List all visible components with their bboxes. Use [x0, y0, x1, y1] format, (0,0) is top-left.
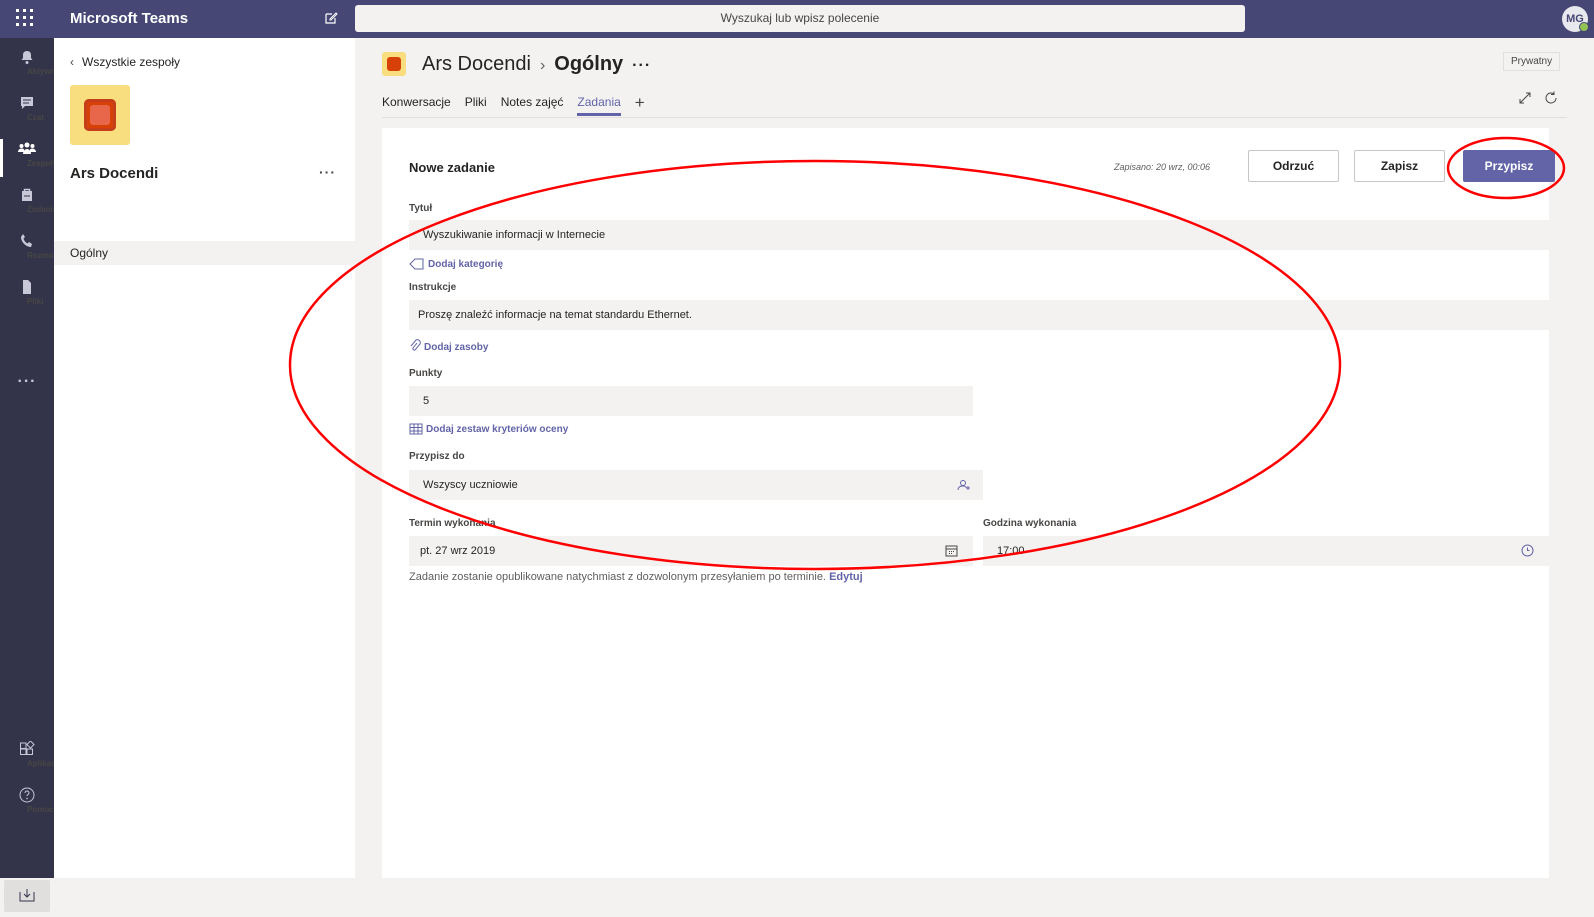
- saved-status: Zapisano: 20 wrz, 00:06: [1114, 162, 1211, 172]
- app-launcher-icon[interactable]: [16, 9, 34, 27]
- title-input[interactable]: Wyszukiwanie informacji w Internecie: [409, 220, 1549, 250]
- rail-label-chat: Czat: [27, 113, 44, 122]
- due-time-value: 17:00: [997, 545, 1025, 557]
- tag-icon: [409, 258, 424, 270]
- add-rubric-link[interactable]: Dodaj zestaw kryteriów oceny: [409, 423, 568, 435]
- paperclip-icon: [410, 339, 421, 351]
- clock-icon[interactable]: [1521, 544, 1534, 557]
- rail-item-assignments[interactable]: Zadania: [0, 181, 58, 227]
- rail-item-files[interactable]: Pliki: [0, 273, 54, 319]
- help-icon: [19, 787, 35, 803]
- rail-item-chat[interactable]: Czat: [0, 89, 54, 135]
- chat-icon: [21, 97, 33, 109]
- rail-item-help[interactable]: Pomoc: [0, 781, 54, 827]
- due-date-input[interactable]: pt. 27 wrz 2019: [409, 536, 973, 566]
- due-date-label: Termin wykonania: [409, 518, 496, 529]
- assign-to-label: Przypisz do: [409, 451, 465, 462]
- form-title: Nowe zadanie: [409, 160, 495, 175]
- calendar-icon[interactable]: [945, 544, 958, 557]
- grid-icon: [409, 423, 423, 435]
- rail-item-calls[interactable]: Rozmowy: [0, 227, 64, 273]
- app-title: Microsoft Teams: [70, 10, 189, 27]
- back-label: Wszystkie zespoły: [82, 55, 181, 69]
- team-name: Ars Docendi: [70, 165, 159, 182]
- tab-files[interactable]: Pliki: [465, 95, 487, 113]
- expand-icon[interactable]: [1518, 91, 1532, 105]
- assignments-icon: [22, 188, 32, 201]
- download-app-button[interactable]: [4, 880, 50, 912]
- phone-icon: [21, 234, 32, 247]
- tab-conversations[interactable]: Konwersacje: [382, 95, 451, 113]
- teams-icon: [18, 142, 36, 154]
- due-time-label: Godzina wykonania: [983, 518, 1077, 529]
- due-date-value: pt. 27 wrz 2019: [420, 545, 496, 557]
- search-input[interactable]: Wyszukaj lub wpisz polecenie: [355, 5, 1245, 32]
- presence-available-icon: [1579, 22, 1589, 32]
- points-input[interactable]: 5: [409, 386, 973, 416]
- publish-note-text: Zadanie zostanie opublikowane natychmias…: [409, 571, 826, 583]
- assign-button[interactable]: Przypisz: [1463, 150, 1555, 182]
- due-time-input[interactable]: 17:00: [983, 536, 1549, 566]
- add-rubric-label: Dodaj zestaw kryteriów oceny: [426, 424, 569, 435]
- discard-button[interactable]: Odrzuć: [1248, 150, 1339, 182]
- add-resources-link[interactable]: Dodaj zasoby: [409, 339, 488, 353]
- publish-note: Zadanie zostanie opublikowane natychmias…: [409, 571, 863, 583]
- rail-item-apps[interactable]: Aplikacje: [0, 735, 62, 781]
- header-divider: [382, 117, 1567, 118]
- title-label: Tytuł: [409, 203, 433, 214]
- rail-label-teams: Zespoły: [27, 159, 58, 168]
- add-category-link[interactable]: Dodaj kategorię: [409, 258, 503, 270]
- download-icon: [19, 889, 35, 902]
- privacy-badge: Prywatny: [1503, 52, 1561, 71]
- chevron-right-icon: ›: [539, 57, 546, 74]
- edit-publish-settings-link[interactable]: Edytuj: [829, 571, 863, 583]
- channel-header: Ars Docendi › Ogólny ··· Prywatny Konwersac…: [355, 38, 1594, 118]
- back-to-all-teams-link[interactable]: ‹ Wszystkie zespoły: [70, 55, 180, 69]
- assign-to-select[interactable]: Wszyscy uczniowie: [409, 470, 983, 500]
- instructions-label: Instrukcje: [409, 282, 457, 293]
- team-more-options-button[interactable]: ···: [319, 164, 336, 180]
- tab-assignments[interactable]: Zadania: [577, 95, 621, 116]
- bell-icon: [21, 51, 33, 64]
- points-label: Punkty: [409, 368, 443, 379]
- add-person-icon[interactable]: [957, 478, 971, 492]
- chevron-left-icon: ‹: [70, 55, 74, 69]
- team-logo-small: [382, 52, 406, 76]
- team-panel: ‹ Wszystkie zespoły Ars Docendi ··· Ogóln…: [54, 38, 355, 878]
- compose-icon[interactable]: [324, 11, 338, 25]
- file-icon: [23, 280, 31, 294]
- rail-item-teams[interactable]: Zespoły: [0, 135, 58, 181]
- breadcrumb-team[interactable]: Ars Docendi: [422, 53, 531, 75]
- team-logo: [70, 85, 130, 145]
- tab-class-notebook[interactable]: Notes zajęć: [501, 95, 564, 113]
- save-button[interactable]: Zapisz: [1354, 150, 1445, 182]
- more-apps-button[interactable]: ···: [0, 373, 54, 391]
- rail-label-assignments: Zadania: [27, 205, 58, 214]
- breadcrumb: Ars Docendi › Ogólny ···: [422, 53, 651, 76]
- title-bar: Microsoft Teams Wyszukaj lub wpisz polec…: [0, 0, 1594, 38]
- add-resources-label: Dodaj zasoby: [424, 342, 489, 353]
- rail-label-help: Pomoc: [27, 805, 54, 814]
- instructions-input[interactable]: Proszę znaleźć informacje na temat stand…: [409, 300, 1549, 330]
- rail-item-activity[interactable]: Aktywność: [0, 43, 69, 89]
- avatar[interactable]: MG: [1562, 6, 1589, 32]
- refresh-icon[interactable]: [1544, 91, 1558, 105]
- apps-icon: [20, 741, 35, 755]
- breadcrumb-channel: Ogólny: [554, 53, 624, 75]
- assign-to-value: Wszyscy uczniowie: [423, 479, 518, 491]
- channel-item-general[interactable]: Ogólny: [54, 241, 355, 265]
- rail-label-files: Pliki: [27, 297, 44, 306]
- channel-more-options-button[interactable]: ···: [632, 57, 651, 74]
- new-assignment-form: Nowe zadanie Zapisano: 20 wrz, 00:06 Odr…: [382, 128, 1555, 878]
- app-bar: Aktywność Czat Zespoły Zadania Rozmowy P…: [0, 38, 69, 912]
- channel-tabs: Konwersacje Pliki Notes zajęć Zadania +: [382, 93, 645, 116]
- add-category-label: Dodaj kategorię: [428, 259, 504, 270]
- add-tab-button[interactable]: +: [635, 93, 645, 113]
